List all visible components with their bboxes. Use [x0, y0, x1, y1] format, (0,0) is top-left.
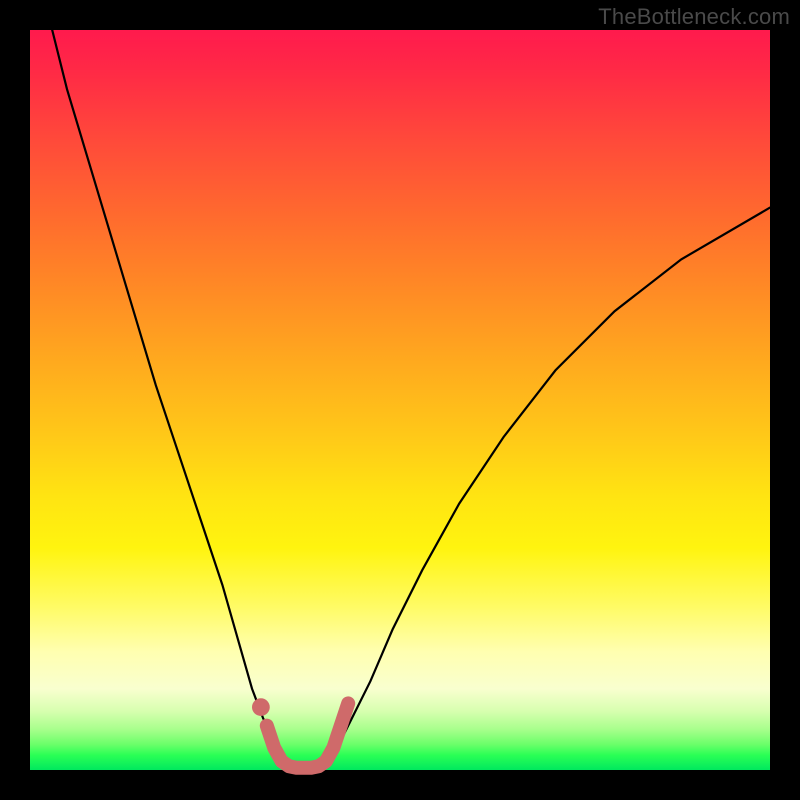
chart-frame: TheBottleneck.com	[0, 0, 800, 800]
right-curve	[326, 208, 770, 767]
watermark-text: TheBottleneck.com	[598, 4, 790, 30]
highlight-dot-icon	[252, 698, 270, 716]
bottleneck-highlight	[267, 703, 348, 767]
left-curve	[52, 30, 289, 766]
curve-layer	[30, 30, 770, 770]
plot-area	[30, 30, 770, 770]
